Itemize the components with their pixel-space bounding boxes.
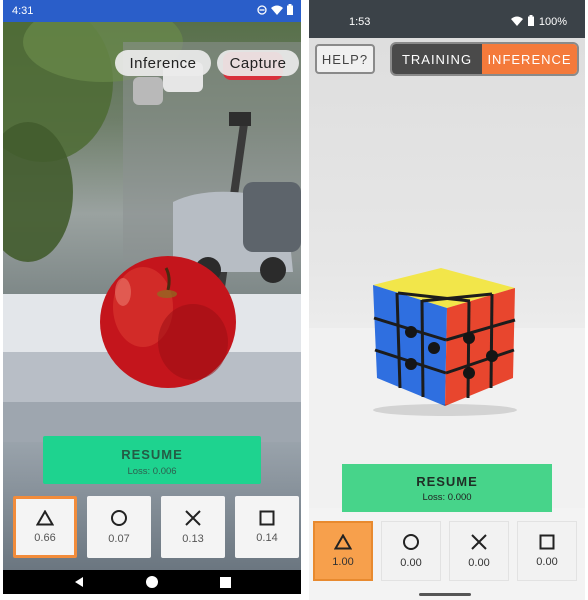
capture-button[interactable]: Capture bbox=[217, 50, 299, 76]
class-score: 0.00 bbox=[536, 556, 558, 568]
circle-icon bbox=[403, 534, 419, 550]
x-icon bbox=[471, 534, 487, 550]
resume-label: RESUME bbox=[121, 447, 183, 462]
class-score: 0.66 bbox=[34, 532, 56, 544]
class-score: 0.14 bbox=[256, 532, 278, 544]
resume-button[interactable]: RESUME Loss: 0.000 bbox=[342, 464, 552, 512]
recents-icon[interactable] bbox=[219, 576, 231, 588]
apple-scene-image bbox=[3, 2, 301, 442]
wifi-icon bbox=[271, 5, 283, 18]
mode-toggle: TRAINING INFERENCE bbox=[390, 42, 579, 76]
class-x-button[interactable]: 0.13 bbox=[161, 496, 225, 558]
class-square-button[interactable]: 0.00 bbox=[517, 521, 577, 581]
left-phone-screen: 4:31 Inference Capture RESUME Loss: 0.00… bbox=[3, 0, 301, 594]
help-button[interactable]: HELP? bbox=[315, 44, 375, 74]
inference-button[interactable]: Inference bbox=[115, 50, 211, 76]
class-circle-button[interactable]: 0.00 bbox=[381, 521, 441, 581]
resume-label: RESUME bbox=[416, 474, 478, 489]
status-bar: 1:53 100% bbox=[309, 0, 585, 38]
resume-button[interactable]: RESUME Loss: 0.006 bbox=[43, 436, 261, 484]
tab-inference[interactable]: INFERENCE bbox=[482, 44, 577, 74]
rubiks-cube-image bbox=[309, 268, 585, 508]
class-x-button[interactable]: 0.00 bbox=[449, 521, 509, 581]
class-buttons: 1.00 0.00 0.00 0.00 bbox=[313, 521, 577, 581]
square-icon bbox=[259, 510, 275, 526]
class-triangle-button[interactable]: 0.66 bbox=[13, 496, 77, 558]
triangle-icon bbox=[334, 534, 352, 550]
loss-value: Loss: 0.000 bbox=[422, 492, 472, 503]
square-icon bbox=[539, 534, 555, 550]
navigation-bar bbox=[3, 570, 301, 594]
class-score: 0.13 bbox=[182, 533, 204, 545]
battery-icon bbox=[527, 15, 534, 29]
camera-preview: Inference Capture bbox=[3, 2, 301, 570]
back-icon[interactable] bbox=[73, 576, 85, 588]
class-score: 0.00 bbox=[400, 557, 422, 569]
battery-icon bbox=[287, 4, 293, 18]
battery-percent: 100% bbox=[538, 16, 567, 28]
status-bar: 4:31 bbox=[3, 0, 301, 22]
triangle-icon bbox=[36, 510, 54, 526]
circle-icon bbox=[111, 510, 127, 526]
class-score: 0.07 bbox=[108, 533, 130, 545]
tab-training[interactable]: TRAINING bbox=[392, 44, 482, 74]
status-time: 4:31 bbox=[12, 5, 34, 17]
class-circle-button[interactable]: 0.07 bbox=[87, 496, 151, 558]
camera-preview bbox=[309, 38, 585, 508]
status-time: 1:53 bbox=[349, 16, 371, 28]
class-score: 1.00 bbox=[332, 556, 354, 568]
dnd-icon bbox=[257, 4, 267, 18]
loss-value: Loss: 0.006 bbox=[127, 466, 177, 477]
class-triangle-button[interactable]: 1.00 bbox=[313, 521, 373, 581]
right-phone-screen: 1:53 100% HELP? TRAINING INFERENCE RESUM… bbox=[309, 0, 585, 600]
x-icon bbox=[185, 510, 201, 526]
class-square-button[interactable]: 0.14 bbox=[235, 496, 299, 558]
class-score: 0.00 bbox=[468, 557, 490, 569]
home-indicator[interactable] bbox=[419, 593, 471, 596]
home-icon[interactable] bbox=[145, 575, 159, 589]
class-buttons: 0.66 0.07 0.13 0.14 bbox=[13, 496, 299, 558]
wifi-icon bbox=[510, 16, 523, 29]
